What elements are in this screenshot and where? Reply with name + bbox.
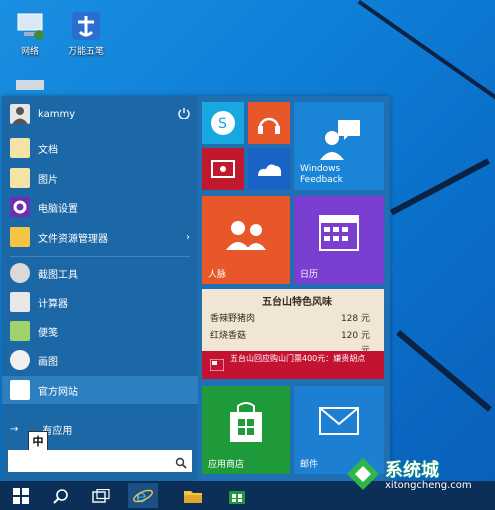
search-icon [175, 454, 187, 473]
tile-music[interactable] [248, 102, 290, 144]
item-label: 截图工具 [38, 269, 78, 281]
snipping-tool-icon [10, 263, 30, 283]
user-name: kammy [38, 108, 76, 120]
start-item-calculator[interactable]: 计算器 [2, 288, 198, 316]
people-icon [226, 221, 266, 250]
news-caption-bar: 五台山回应购山门票400元：嫌贵胡点 [202, 351, 384, 379]
start-item-pictures[interactable]: 图片 [2, 164, 198, 192]
windows-logo-icon [13, 487, 29, 504]
watermark-logo-icon [347, 458, 379, 490]
item-label: 文档 [38, 144, 58, 156]
tile-label: Windows Feedback [300, 164, 343, 185]
onedrive-icon [258, 164, 282, 176]
tile-label: 日历 [300, 270, 319, 280]
file-explorer-button[interactable] [178, 483, 208, 508]
headphones-icon [258, 117, 280, 134]
drive-icon [14, 76, 46, 90]
start-button[interactable] [6, 483, 36, 508]
start-item-official-site[interactable]: 官方网站 [2, 376, 198, 404]
start-item-pc-settings[interactable]: 电脑设置 [2, 193, 198, 221]
power-icon[interactable] [178, 107, 190, 122]
start-item-sticky-notes[interactable]: 便笺 [2, 317, 198, 345]
tile-label: 人脉 [208, 270, 227, 280]
tile-windows-feedback[interactable]: Windows Feedback [294, 102, 384, 190]
item-label: 计算器 [38, 298, 68, 310]
tile-news[interactable]: 五台山特色风味 香辣野猪肉128 元 红烧香菇120 元 元 五台山回应购山门票… [202, 289, 384, 379]
item-label: 官方网站 [38, 386, 78, 398]
wanneng-wubi-icon [70, 10, 102, 42]
search-input[interactable] [8, 450, 192, 472]
ime-indicator[interactable]: 中 [28, 431, 48, 451]
news-caption: 五台山回应购山门票400元：嫌贵胡点 [230, 354, 366, 363]
sticky-notes-icon [10, 321, 30, 341]
official-site-icon [10, 380, 30, 400]
watermark-url: xitongcheng.com [385, 480, 472, 491]
documents-icon [10, 138, 30, 158]
search-icon [53, 488, 68, 504]
folder-icon [184, 490, 202, 503]
item-label: 电脑设置 [38, 203, 78, 215]
tile-calendar[interactable]: 日历 [294, 196, 384, 284]
feedback-icon [320, 120, 360, 160]
tile-onedrive[interactable] [248, 148, 290, 190]
store-icon [229, 490, 245, 504]
network-icon [14, 10, 46, 42]
task-view-button[interactable] [86, 483, 116, 508]
chevron-right-icon: › [186, 231, 190, 243]
svg-text:e: e [136, 486, 147, 506]
mail-icon [319, 407, 359, 435]
video-icon [211, 160, 235, 178]
tile-people[interactable]: 人脉 [202, 196, 290, 284]
watermark: 系统城 xitongcheng.com [345, 456, 495, 496]
watermark-brand: 系统城 [385, 460, 439, 481]
tile-video[interactable] [202, 148, 244, 190]
news-icon [210, 359, 224, 371]
calendar-icon [319, 215, 359, 251]
svg-text:S: S [218, 116, 227, 132]
start-menu: kammy 文档 图片 电脑设置 文件资源管理器 › 截图工具 计算器 便笺 画… [2, 96, 390, 481]
desktop-icon-network[interactable]: 网络 [2, 10, 58, 57]
item-label: 图片 [38, 174, 58, 186]
search-button[interactable] [46, 483, 76, 508]
ie-button[interactable]: e [128, 483, 158, 508]
settings-gear-icon [10, 197, 30, 217]
user-avatar-icon [10, 104, 30, 124]
news-headline: 五台山特色风味 [262, 297, 332, 308]
pictures-icon [10, 168, 30, 188]
start-item-snipping-tool[interactable]: 截图工具 [2, 259, 198, 287]
task-view-icon [92, 488, 110, 503]
skype-icon: S [211, 111, 235, 135]
desktop-icon-partial[interactable] [2, 76, 58, 96]
menu-item-1: 香辣野猪肉 128 元 [210, 314, 370, 324]
item-label: 便笺 [38, 327, 58, 339]
arrow-right-icon: → [10, 423, 19, 435]
desktop-icon-wanneng-wubi[interactable]: 万能五笔 [58, 10, 114, 57]
tile-skype[interactable]: S [202, 102, 244, 144]
tile-label: 应用商店 [208, 460, 245, 470]
item-label: 画图 [38, 356, 58, 368]
store-button[interactable] [222, 483, 252, 508]
calculator-icon [10, 292, 30, 312]
paint-icon [10, 350, 30, 370]
file-explorer-icon [10, 227, 30, 247]
divider [10, 256, 190, 257]
internet-explorer-icon: e [133, 486, 153, 506]
tile-label: 邮件 [300, 460, 319, 470]
start-item-paint[interactable]: 画图 [2, 346, 198, 374]
tile-store[interactable]: 应用商店 [202, 386, 290, 474]
user-row[interactable]: kammy [2, 100, 198, 128]
store-icon [230, 402, 262, 442]
start-item-documents[interactable]: 文档 [2, 134, 198, 162]
menu-item-2: 红烧香菇 120 元 [210, 331, 370, 341]
item-label: 文件资源管理器 [38, 233, 108, 245]
start-item-file-explorer[interactable]: 文件资源管理器 › [2, 223, 198, 251]
start-menu-left-pane: kammy 文档 图片 电脑设置 文件资源管理器 › 截图工具 计算器 便笺 画… [2, 96, 198, 481]
